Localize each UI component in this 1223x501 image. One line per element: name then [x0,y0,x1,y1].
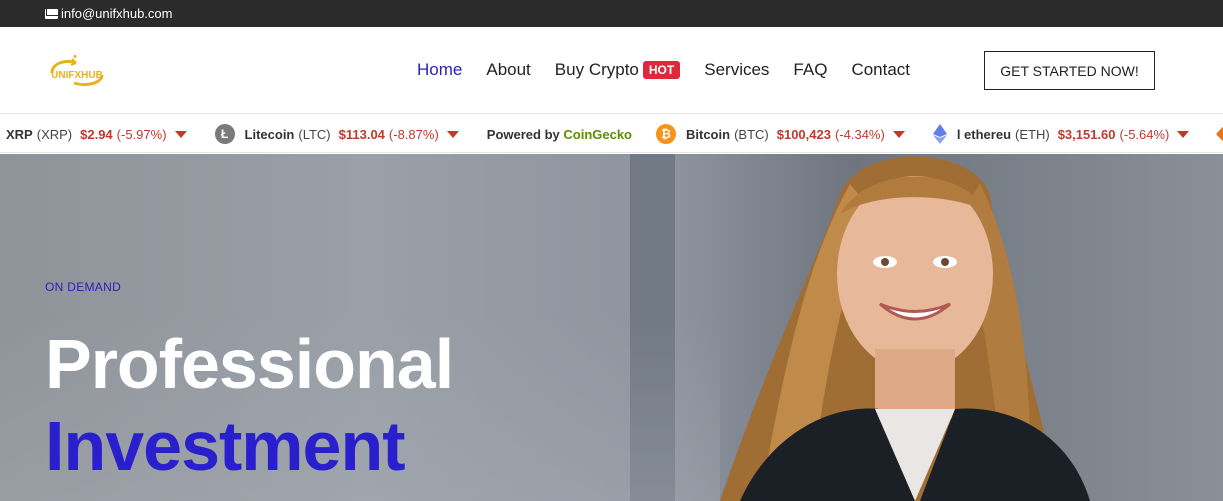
get-started-button[interactable]: GET STARTED NOW! [984,51,1155,90]
litecoin-icon: Ł [214,124,235,144]
nav-home-label: Home [417,60,463,79]
ticker-item-xrp[interactable]: XRP (XRP) $2.94 (-5.97%) [6,127,187,142]
ethereum-icon [932,124,947,144]
nav-services-label: Services [704,60,770,79]
nav-faq[interactable]: FAQ [793,60,827,80]
crypto-ticker: XRP (XRP) $2.94 (-5.97%) Ł Litecoin (LTC… [0,115,1223,153]
nav-home[interactable]: Home [417,60,462,80]
coin-name: XRP [6,126,33,142]
hero-title-line1: Professional [45,325,454,403]
nav-about-label: About [486,60,531,79]
powered-by[interactable]: Powered by CoinGecko [487,127,632,142]
ticker-item-ethereum[interactable]: l ethereu (ETH) $3,151.60 (-5.64%) [932,124,1190,144]
nav-faq-label: FAQ [793,60,828,79]
coin-symbol: (LTC) [298,126,331,142]
hero-eyebrow: ON DEMAND [45,280,122,294]
coin-price: $113.04 [338,126,385,142]
email-text[interactable]: info@unifxhub.com [61,6,172,21]
coin-change: (-5.97%) [116,126,167,142]
coingecko-link[interactable]: CoinGecko [563,127,632,142]
coin-change: (-4.34%) [834,126,885,142]
ticker-item-litecoin[interactable]: Ł Litecoin (LTC) $113.04 (-8.87%) [214,124,459,144]
down-arrow-icon [1177,130,1190,138]
email-contact[interactable]: info@unifxhub.com [45,6,172,21]
coin-symbol: (BTC) [734,126,769,142]
down-arrow-icon [892,130,905,138]
nav-buy-crypto[interactable]: Buy Crypto HOT [554,60,681,80]
main-nav: Home About Buy Crypto HOT Services FAQ C… [417,60,934,80]
hero-section: ON DEMAND Professional Investment [0,154,1223,501]
ticker-item-partial[interactable] [1216,123,1223,145]
envelope-icon [45,8,58,19]
coin-box-icon [1216,123,1223,145]
coin-change: (-8.87%) [388,126,439,142]
coin-symbol: (ETH) [1015,126,1050,142]
ticker-item-bitcoin[interactable]: ₿ Bitcoin (BTC) $100,423 (-4.34%) [656,124,905,144]
hero-title-line2: Investment [45,407,406,485]
nav-contact-label: Contact [851,60,911,79]
site-logo[interactable]: UNIFXHUB [46,53,108,89]
down-arrow-icon [446,130,459,138]
bitcoin-icon: ₿ [656,124,676,144]
nav-contact[interactable]: Contact [851,60,910,80]
top-bar: info@unifxhub.com [0,0,1223,27]
hot-badge: HOT [642,61,681,79]
down-arrow-icon [174,130,187,138]
coin-price: $3,151.60 [1057,126,1116,142]
hero-portrait-image [720,156,1090,501]
coin-symbol: (XRP) [36,126,73,142]
coin-price: $100,423 [776,126,831,142]
nav-buy-crypto-label: Buy Crypto [554,60,639,79]
powered-prefix: Powered by [486,126,560,142]
nav-services[interactable]: Services [704,60,769,80]
coin-change: (-5.64%) [1119,126,1170,142]
ticker-track: XRP (XRP) $2.94 (-5.97%) Ł Litecoin (LTC… [6,115,1223,152]
site-header: UNIFXHUB Home About Buy Crypto HOT Servi… [0,27,1223,114]
coin-name: l ethereu [956,126,1012,142]
logo-text: UNIFXHUB [51,70,103,81]
coin-name: Litecoin [244,126,295,142]
coin-name: Bitcoin [686,126,731,142]
nav-about[interactable]: About [486,60,530,80]
coin-price: $2.94 [80,126,113,142]
